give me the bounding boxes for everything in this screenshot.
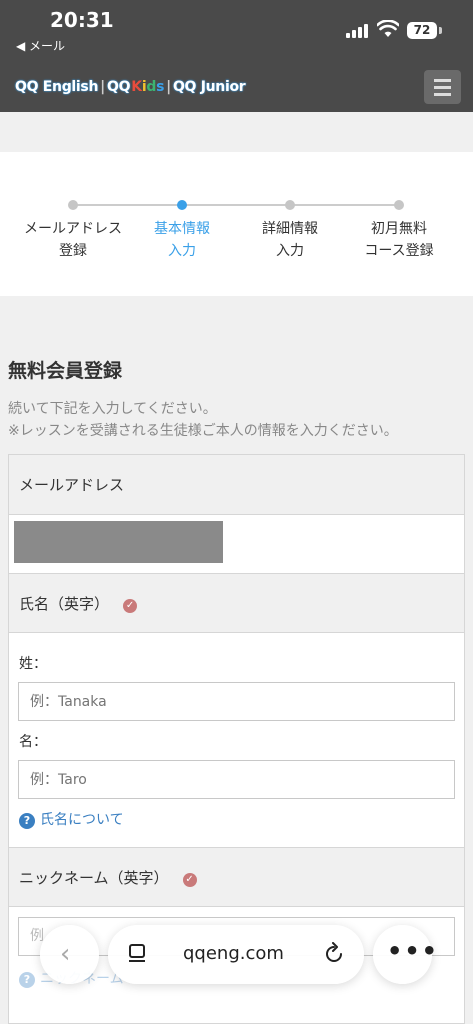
registration-stepper: メールアドレス 登録 基本情報 入力 詳細情報 入力 初月無料 コース登録 — [0, 152, 473, 296]
name-help-link[interactable]: ? 氏名について — [19, 809, 124, 829]
logo-qq-junior: QQ Junior — [172, 79, 246, 95]
step-dot-active — [177, 200, 187, 210]
back-to-app-link[interactable]: ◀ メール — [16, 37, 65, 54]
required-check-icon: ✓ — [182, 873, 197, 887]
logo-kids-s: s — [156, 79, 165, 95]
page-menu-icon — [129, 944, 145, 962]
address-bar[interactable]: qqeng.com — [108, 925, 364, 984]
help-question-icon: ? — [19, 972, 35, 988]
email-row-header: メールアドレス — [9, 455, 464, 515]
site-logo[interactable]: QQ English | QQ Kids | QQ Junior — [15, 79, 246, 95]
status-bar: 20:31 ◀ メール 72 — [0, 0, 473, 62]
logo-qq-kids-prefix: QQ — [106, 79, 131, 95]
more-options-button[interactable]: ••• — [373, 925, 437, 984]
name-row-header: 氏名（英字） ✓ — [9, 573, 464, 633]
ellipsis-icon: ••• — [387, 937, 440, 965]
last-name-label: 姓： — [19, 656, 47, 672]
wifi-icon — [377, 20, 399, 37]
last-name-input[interactable] — [18, 682, 455, 721]
step-dot — [394, 200, 404, 210]
stepper-track — [73, 204, 398, 206]
hamburger-menu-button[interactable] — [424, 70, 461, 104]
step-dot — [285, 200, 295, 210]
first-name-input[interactable] — [18, 760, 455, 799]
help-question-icon: ? — [19, 813, 35, 829]
required-check-icon: ✓ — [123, 599, 138, 613]
nickname-row-header: ニックネーム（英字） ✓ — [9, 847, 464, 907]
logo-kids-k: K — [131, 79, 142, 95]
name-label: 氏名（英字） — [19, 595, 110, 613]
battery-tip-icon — [439, 27, 442, 34]
email-label: メールアドレス — [19, 476, 125, 494]
page-title: 無料会員登録 — [8, 360, 123, 382]
battery-level: 72 — [407, 22, 437, 39]
logo-qq-english: QQ English — [15, 79, 99, 95]
chevron-left-icon: ‹ — [60, 939, 71, 969]
site-header: QQ English | QQ Kids | QQ Junior — [0, 62, 473, 112]
browser-back-button[interactable]: ‹ — [40, 925, 99, 984]
cellular-signal-icon — [346, 24, 370, 38]
first-name-label: 名： — [19, 734, 47, 750]
reload-icon[interactable] — [323, 942, 345, 966]
clock: 20:31 — [50, 8, 114, 32]
hamburger-icon — [434, 79, 451, 82]
logo-kids-d: d — [146, 79, 157, 95]
step-dot — [68, 200, 78, 210]
form-description: 続いて下記を入力してください。 ※レッスンを受講される生徒様ご本人の情報を入力く… — [8, 401, 398, 439]
email-value-redacted — [14, 521, 223, 563]
url-text: qqeng.com — [183, 943, 284, 964]
nickname-label: ニックネーム（英字） — [19, 869, 169, 887]
